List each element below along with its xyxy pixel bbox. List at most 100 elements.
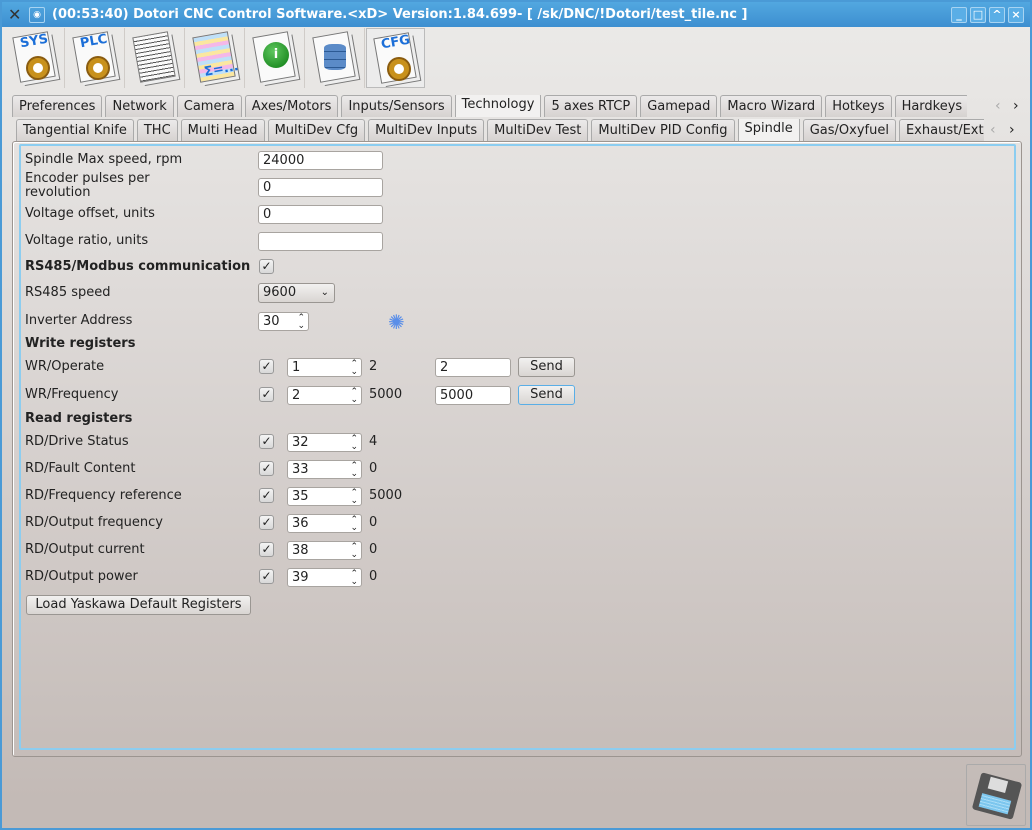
- write-register-checkbox[interactable]: ✓: [259, 359, 274, 374]
- tab-scroll-right-icon[interactable]: ›: [1013, 98, 1019, 114]
- write-register-label: WR/Operate: [25, 359, 105, 374]
- document-toolbar-button[interactable]: [126, 28, 185, 88]
- tab-axes-motors[interactable]: Axes/Motors: [244, 95, 339, 117]
- subtab-scroll-right-icon[interactable]: ›: [1009, 122, 1015, 138]
- spin-arrows-icon[interactable]: ⌃ ⌄: [350, 489, 358, 506]
- load-yaskawa-defaults-button[interactable]: Load Yaskawa Default Registers: [26, 595, 251, 615]
- tab-camera[interactable]: Camera: [176, 95, 242, 117]
- tab-preferences[interactable]: Preferences: [12, 95, 103, 117]
- read-register-label: RD/Fault Content: [25, 461, 136, 476]
- plc-toolbar-button[interactable]: PLC: [66, 28, 125, 88]
- subtab-gas-oxyfuel[interactable]: Gas/Oxyfuel: [802, 119, 896, 141]
- rs485-checkbox[interactable]: ✓: [259, 259, 274, 274]
- encoder-label-line2: revolution: [25, 185, 91, 200]
- spin-arrows-icon[interactable]: ⌃ ⌄: [350, 435, 358, 452]
- subtab-multidev-test[interactable]: MultiDev Test: [487, 119, 589, 141]
- read-register-checkbox[interactable]: ✓: [259, 488, 274, 503]
- sub-tab-bar: Tangential Knife THC Multi Head MultiDev Cf…: [16, 119, 984, 141]
- read-register-spinbox[interactable]: 36 ⌃ ⌄: [287, 514, 362, 533]
- write-register-spinbox[interactable]: 1 ⌃ ⌄: [287, 358, 362, 377]
- tab-5-axes-rtcp[interactable]: 5 axes RTCP: [544, 95, 638, 117]
- subtab-tangential-knife[interactable]: Tangential Knife: [16, 119, 134, 141]
- tab-hardkeys[interactable]: Hardkeys: [894, 95, 967, 117]
- database-toolbar-button[interactable]: [306, 28, 365, 88]
- window-menu-icon[interactable]: ◉: [29, 7, 45, 23]
- read-register-spinbox[interactable]: 38 ⌃ ⌄: [287, 541, 362, 560]
- voltage-offset-label: Voltage offset, units: [25, 206, 155, 221]
- close-button[interactable]: ×: [1008, 7, 1024, 23]
- title-bar: ✕ ◉ (00:53:40) Dotori CNC Control Softwa…: [2, 2, 1030, 27]
- tab-inputs-sensors[interactable]: Inputs/Sensors: [341, 95, 452, 117]
- subtab-scroll-left-icon[interactable]: ‹: [990, 122, 996, 138]
- spin-arrows-icon[interactable]: ⌃ ⌄: [350, 462, 358, 479]
- read-register-spinbox[interactable]: 33 ⌃ ⌄: [287, 460, 362, 479]
- send-button[interactable]: Send: [518, 357, 575, 377]
- max-speed-label: Spindle Max speed, rpm: [25, 152, 183, 167]
- register-number: 2: [292, 388, 301, 403]
- write-register-label: WR/Frequency: [25, 387, 119, 402]
- read-register-value: 0: [369, 461, 378, 476]
- tab-network[interactable]: Network: [105, 95, 174, 117]
- tab-technology[interactable]: Technology: [454, 95, 542, 117]
- write-register-spinbox[interactable]: 2 ⌃ ⌄: [287, 386, 362, 405]
- write-value-input[interactable]: 5000: [435, 386, 511, 405]
- read-register-spinbox[interactable]: 39 ⌃ ⌄: [287, 568, 362, 587]
- voltage-offset-input[interactable]: 0: [258, 205, 383, 224]
- shade-button[interactable]: ^: [989, 7, 1005, 23]
- encoder-label: Encoder pulses per revolution: [25, 172, 150, 200]
- tab-hotkeys[interactable]: Hotkeys: [825, 95, 892, 117]
- register-number: 1: [292, 360, 301, 375]
- spin-arrows-icon[interactable]: ⌃ ⌄: [350, 516, 358, 533]
- subtab-multidev-inputs[interactable]: MultiDev Inputs: [368, 119, 485, 141]
- subtab-exhaust-extract[interactable]: Exhaust/Extract: [898, 119, 984, 141]
- spin-arrows-icon[interactable]: ⌃ ⌄: [350, 543, 358, 560]
- tab-macro-wizard[interactable]: Macro Wizard: [720, 95, 823, 117]
- document-icon: [132, 31, 176, 83]
- voltage-ratio-input[interactable]: [258, 232, 383, 251]
- encoder-input[interactable]: 0: [258, 178, 383, 197]
- write-value-input[interactable]: 2: [435, 358, 511, 377]
- maximize-button[interactable]: □: [970, 7, 986, 23]
- read-registers-heading: Read registers: [25, 411, 133, 426]
- read-register-spinbox[interactable]: 32 ⌃ ⌄: [287, 433, 362, 452]
- tab-scroll-left-icon[interactable]: ‹: [995, 98, 1001, 114]
- spin-arrows-icon[interactable]: ⌃ ⌄: [350, 570, 358, 587]
- tab-gamepad[interactable]: Gamepad: [640, 95, 718, 117]
- read-register-checkbox[interactable]: ✓: [259, 569, 274, 584]
- read-register-checkbox[interactable]: ✓: [259, 515, 274, 530]
- table-formula-toolbar-button[interactable]: Σ=...: [186, 28, 245, 88]
- read-register-label: RD/Frequency reference: [25, 488, 182, 503]
- register-number: 38: [292, 543, 309, 558]
- read-register-checkbox[interactable]: ✓: [259, 461, 274, 476]
- subtab-multidev-cfg[interactable]: MultiDev Cfg: [267, 119, 366, 141]
- read-register-checkbox[interactable]: ✓: [259, 434, 274, 449]
- save-button[interactable]: [966, 764, 1026, 826]
- spin-arrows-icon[interactable]: ⌃ ⌄: [297, 314, 305, 331]
- inverter-address-spinbox[interactable]: 30 ⌃ ⌄: [258, 312, 309, 331]
- subtab-spindle[interactable]: Spindle: [737, 119, 800, 141]
- read-register-checkbox[interactable]: ✓: [259, 542, 274, 557]
- read-register-value: 0: [369, 542, 378, 557]
- spin-arrows-icon[interactable]: ⌃ ⌄: [350, 360, 358, 377]
- read-register-spinbox[interactable]: 35 ⌃ ⌄: [287, 487, 362, 506]
- sys-toolbar-button[interactable]: SYS: [6, 28, 65, 88]
- x-logo-icon: ✕: [8, 5, 22, 24]
- send-button[interactable]: Send: [518, 385, 575, 405]
- max-speed-input[interactable]: 24000: [258, 151, 383, 170]
- rs485-speed-select[interactable]: 9600 ⌄: [258, 283, 335, 303]
- info-toolbar-button[interactable]: i: [246, 28, 305, 88]
- cfg-toolbar-button[interactable]: CFG: [366, 28, 425, 88]
- subtab-multidev-pid-config[interactable]: MultiDev PID Config: [591, 119, 735, 141]
- subtab-multi-head[interactable]: Multi Head: [180, 119, 265, 141]
- rs485-speed-label: RS485 speed: [25, 285, 111, 300]
- write-register-value: 5000: [369, 387, 403, 402]
- subtab-thc[interactable]: THC: [136, 119, 178, 141]
- info-icon: i: [263, 42, 289, 68]
- read-register-value: 0: [369, 515, 378, 530]
- write-register-value: 2: [369, 359, 378, 374]
- loading-spinner-icon: ✺: [388, 310, 405, 334]
- spin-arrows-icon[interactable]: ⌃ ⌄: [350, 388, 358, 405]
- write-register-checkbox[interactable]: ✓: [259, 387, 274, 402]
- minimize-button[interactable]: _: [951, 7, 967, 23]
- voltage-ratio-label: Voltage ratio, units: [25, 233, 149, 248]
